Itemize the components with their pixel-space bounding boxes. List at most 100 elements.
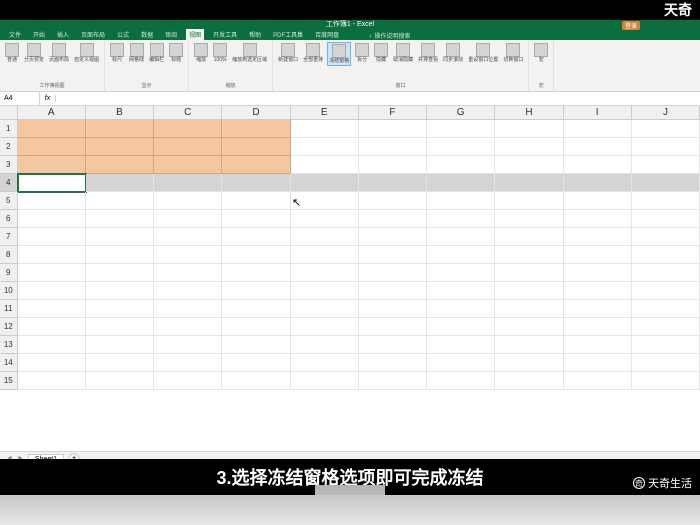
cell-E2[interactable] [291, 138, 359, 156]
cell-D10[interactable] [222, 282, 290, 300]
cell-J13[interactable] [632, 336, 700, 354]
tell-me-search[interactable]: ♀ 操作说明搜索 [368, 31, 410, 40]
cell-A10[interactable] [18, 282, 86, 300]
ribbon-btn-冻结窗格[interactable]: 冻结窗格 [327, 42, 351, 66]
cell-E11[interactable] [291, 300, 359, 318]
cell-D12[interactable] [222, 318, 290, 336]
col-header-A[interactable]: A [18, 106, 86, 120]
ribbon-tab-2[interactable]: 插入 [54, 29, 72, 40]
cell-F1[interactable] [359, 120, 427, 138]
row-header-8[interactable]: 8 [0, 246, 18, 264]
cell-B6[interactable] [86, 210, 154, 228]
ribbon-btn-标题[interactable]: 标题 [168, 42, 184, 64]
row-header-3[interactable]: 3 [0, 156, 18, 174]
cell-G3[interactable] [427, 156, 495, 174]
cell-J2[interactable] [632, 138, 700, 156]
ribbon-btn-页面布局[interactable]: 页面布局 [48, 42, 70, 64]
ribbon-tab-1[interactable]: 开始 [30, 29, 48, 40]
maximize-button[interactable] [666, 20, 680, 28]
cell-D14[interactable] [222, 354, 290, 372]
cell-C12[interactable] [154, 318, 222, 336]
row-header-12[interactable]: 12 [0, 318, 18, 336]
minimize-button[interactable] [650, 20, 664, 28]
ribbon-btn-自定义视图[interactable]: 自定义视图 [73, 42, 100, 64]
row-header-15[interactable]: 15 [0, 372, 18, 390]
cell-H12[interactable] [495, 318, 563, 336]
cell-E7[interactable] [291, 228, 359, 246]
cell-C3[interactable] [154, 156, 222, 174]
cell-A15[interactable] [18, 372, 86, 390]
cell-G12[interactable] [427, 318, 495, 336]
row-header-6[interactable]: 6 [0, 210, 18, 228]
cell-D7[interactable] [222, 228, 290, 246]
col-header-G[interactable]: G [427, 106, 495, 120]
cell-B11[interactable] [86, 300, 154, 318]
cell-H5[interactable] [495, 192, 563, 210]
ribbon-btn-缩放[interactable]: 缩放 [193, 42, 209, 64]
cell-J8[interactable] [632, 246, 700, 264]
cell-G14[interactable] [427, 354, 495, 372]
cell-J9[interactable] [632, 264, 700, 282]
cell-H3[interactable] [495, 156, 563, 174]
cell-C9[interactable] [154, 264, 222, 282]
cell-H10[interactable] [495, 282, 563, 300]
cell-I7[interactable] [564, 228, 632, 246]
cell-A13[interactable] [18, 336, 86, 354]
cell-H9[interactable] [495, 264, 563, 282]
cell-G13[interactable] [427, 336, 495, 354]
cell-H1[interactable] [495, 120, 563, 138]
cell-A3[interactable] [18, 156, 86, 174]
cell-F6[interactable] [359, 210, 427, 228]
col-header-I[interactable]: I [564, 106, 632, 120]
ribbon-btn-切换窗口[interactable]: 切换窗口 [502, 42, 524, 66]
cell-B13[interactable] [86, 336, 154, 354]
cell-H11[interactable] [495, 300, 563, 318]
cell-H15[interactable] [495, 372, 563, 390]
cell-C5[interactable] [154, 192, 222, 210]
cell-B15[interactable] [86, 372, 154, 390]
cell-I6[interactable] [564, 210, 632, 228]
cell-F15[interactable] [359, 372, 427, 390]
ribbon-btn-编辑栏[interactable]: 编辑栏 [148, 42, 165, 64]
row-header-9[interactable]: 9 [0, 264, 18, 282]
cell-C2[interactable] [154, 138, 222, 156]
cell-I4[interactable] [564, 174, 632, 192]
ribbon-btn-分页预览[interactable]: 分页预览 [23, 42, 45, 64]
cell-B9[interactable] [86, 264, 154, 282]
cell-E10[interactable] [291, 282, 359, 300]
cell-A1[interactable] [18, 120, 86, 138]
ribbon-tab-9[interactable]: 帮助 [246, 29, 264, 40]
ribbon-btn-缩放到选定区域[interactable]: 缩放到选定区域 [231, 42, 268, 64]
cell-G1[interactable] [427, 120, 495, 138]
cell-G15[interactable] [427, 372, 495, 390]
cell-J3[interactable] [632, 156, 700, 174]
cell-I8[interactable] [564, 246, 632, 264]
cell-E3[interactable] [291, 156, 359, 174]
cell-H2[interactable] [495, 138, 563, 156]
ribbon-btn-网格线[interactable]: 网格线 [128, 42, 145, 64]
cell-C13[interactable] [154, 336, 222, 354]
cell-E14[interactable] [291, 354, 359, 372]
ribbon-btn-全部重排[interactable]: 全部重排 [302, 42, 324, 66]
cell-E13[interactable] [291, 336, 359, 354]
cell-A14[interactable] [18, 354, 86, 372]
cell-J11[interactable] [632, 300, 700, 318]
cell-C10[interactable] [154, 282, 222, 300]
cell-H7[interactable] [495, 228, 563, 246]
cell-C15[interactable] [154, 372, 222, 390]
col-header-B[interactable]: B [86, 106, 154, 120]
cell-J7[interactable] [632, 228, 700, 246]
cell-F11[interactable] [359, 300, 427, 318]
cell-H8[interactable] [495, 246, 563, 264]
col-header-C[interactable]: C [154, 106, 222, 120]
cell-J4[interactable] [632, 174, 700, 192]
cell-F7[interactable] [359, 228, 427, 246]
cell-G4[interactable] [427, 174, 495, 192]
cell-I9[interactable] [564, 264, 632, 282]
ribbon-tab-7[interactable]: 视图 [186, 29, 204, 40]
ribbon-tab-0[interactable]: 文件 [6, 29, 24, 40]
cell-C11[interactable] [154, 300, 222, 318]
spreadsheet-grid[interactable]: ABCDEFGHIJ 123456789101112131415 ↖ [0, 106, 700, 451]
cell-G10[interactable] [427, 282, 495, 300]
cell-B7[interactable] [86, 228, 154, 246]
